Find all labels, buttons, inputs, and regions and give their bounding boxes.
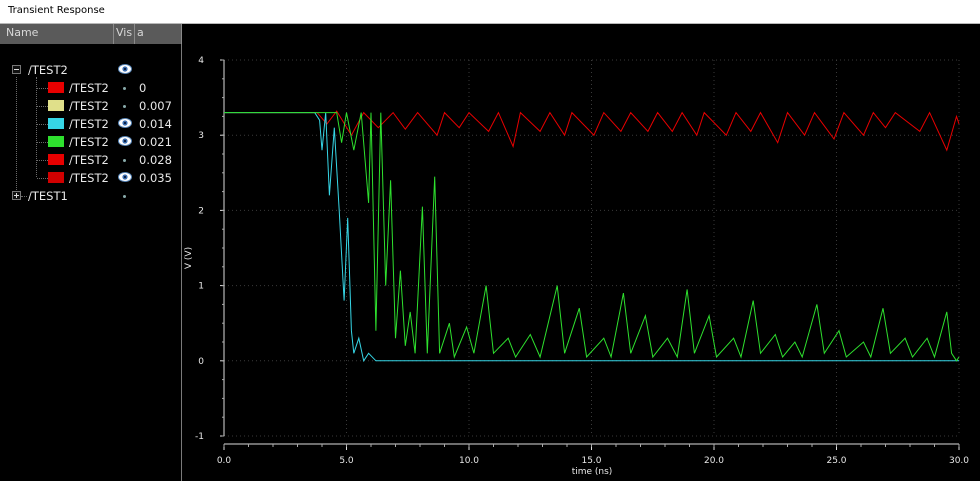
color-swatch[interactable] [48, 172, 64, 183]
dot-icon[interactable] [123, 195, 126, 198]
tree-leaf-test2-1[interactable]: /TEST2 0.007 [0, 98, 182, 116]
column-a-header[interactable]: a [137, 26, 144, 39]
dot-icon[interactable] [123, 159, 126, 162]
y-tick-label: 2 [198, 206, 204, 216]
transient-plot[interactable]: 4 3 2 1 0 -1 0.0 5.0 10.0 15.0 20.0 25.0 30.0 V (V)… [182, 24, 980, 481]
tree-leaf-test2-5[interactable]: /TEST2 0.035 [0, 170, 182, 188]
eye-icon[interactable] [118, 117, 132, 129]
x-tick-label: 10.0 [459, 456, 479, 466]
y-tick-label: 0 [198, 357, 204, 367]
y-axis-label: V (V) [184, 247, 194, 269]
window-title: Transient Response [8, 5, 105, 16]
y-tick-label: 3 [198, 131, 204, 141]
column-divider[interactable] [113, 24, 114, 44]
signal-tree-panel: Name Vis a /TEST2 /TEST2 0 /TEST2 0.007 … [0, 24, 182, 481]
plus-box-icon[interactable] [12, 191, 21, 200]
color-swatch[interactable] [48, 100, 64, 111]
tree-group-test1[interactable]: /TEST1 [0, 188, 182, 206]
column-name-header[interactable]: Name [6, 26, 38, 39]
signal-label: /TEST2 [69, 81, 109, 95]
x-tick-label: 25.0 [826, 456, 846, 466]
eye-icon[interactable] [118, 63, 132, 75]
eye-icon[interactable] [118, 135, 132, 147]
tree-branch-line [37, 124, 48, 125]
signal-value: 0.014 [139, 117, 172, 131]
tree-leaf-test2-3[interactable]: /TEST2 0.021 [0, 134, 182, 152]
tree-leaf-test2-4[interactable]: /TEST2 0.028 [0, 152, 182, 170]
x-tick-label: 20.0 [704, 456, 724, 466]
dot-icon[interactable] [123, 87, 126, 90]
signal-label: /TEST2 [69, 117, 109, 131]
tree-group-test2[interactable]: /TEST2 [0, 62, 182, 80]
tree-branch-line [37, 178, 48, 179]
x-tick-label: 15.0 [581, 456, 601, 466]
signal-label: /TEST2 [69, 135, 109, 149]
group-label: /TEST1 [28, 189, 68, 203]
signal-value: 0.021 [139, 135, 172, 149]
color-swatch[interactable] [48, 118, 64, 129]
dot-icon[interactable] [123, 105, 126, 108]
column-vis-header[interactable]: Vis [116, 26, 132, 39]
signal-label: /TEST2 [69, 153, 109, 167]
signal-label: /TEST2 [69, 99, 109, 113]
plot-background [182, 24, 980, 481]
tree-branch-line [21, 196, 27, 197]
tree-branch-line [37, 106, 48, 107]
x-tick-label: 30.0 [949, 456, 969, 466]
tree-branch-line [37, 88, 48, 89]
signal-value: 0 [139, 81, 147, 95]
color-swatch[interactable] [48, 82, 64, 93]
color-swatch[interactable] [48, 154, 64, 165]
window-titlebar[interactable]: Transient Response [0, 0, 980, 24]
signal-value: 0.007 [139, 99, 172, 113]
tree-branch-line [37, 142, 48, 143]
column-header: Name Vis a [0, 24, 182, 44]
y-tick-label: 4 [198, 56, 204, 66]
x-axis-label: time (ns) [572, 467, 613, 477]
tree-leaf-test2-2[interactable]: /TEST2 0.014 [0, 116, 182, 134]
x-tick-label: 5.0 [339, 456, 354, 466]
group-label: /TEST2 [28, 63, 68, 77]
transient-response-window: Transient Response Name Vis a /TEST2 /TE… [0, 0, 980, 481]
y-tick-label: 1 [198, 282, 204, 292]
y-tick-label: -1 [195, 432, 204, 442]
signal-label: /TEST2 [69, 171, 109, 185]
signal-value: 0.035 [139, 171, 172, 185]
tree-leaf-test2-0[interactable]: /TEST2 0 [0, 80, 182, 98]
signal-value: 0.028 [139, 153, 172, 167]
tree-branch-line [37, 160, 48, 161]
x-tick-label: 0.0 [217, 456, 232, 466]
column-divider[interactable] [134, 24, 135, 44]
collapse-icon[interactable] [12, 65, 21, 74]
color-swatch[interactable] [48, 136, 64, 147]
eye-icon[interactable] [118, 171, 132, 183]
